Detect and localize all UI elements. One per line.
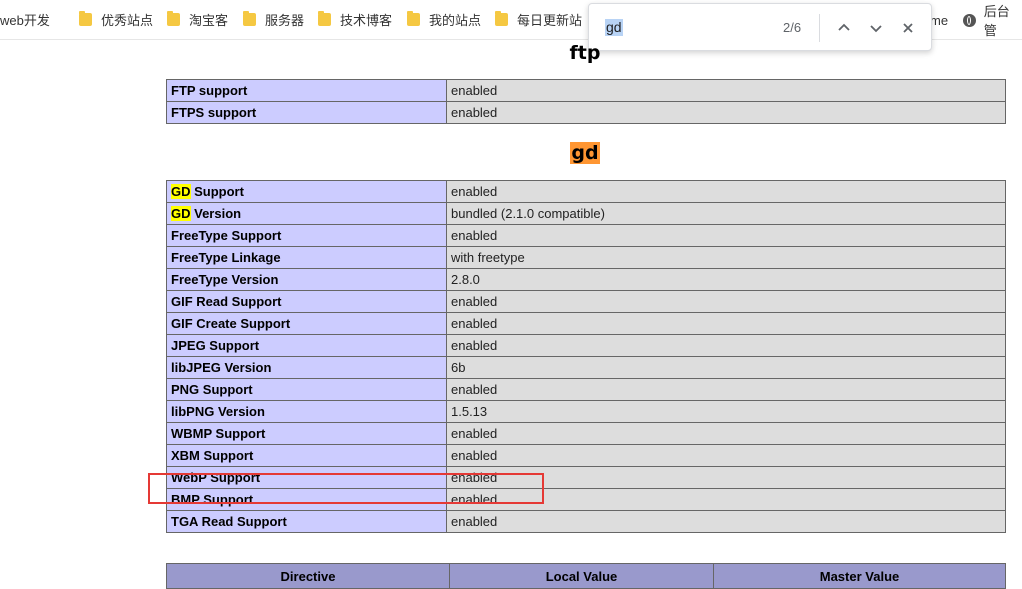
find-match: GD xyxy=(171,184,191,199)
row-key: GD Support xyxy=(166,180,447,203)
bookmark-label: 技术博客 xyxy=(340,13,393,28)
folder-icon xyxy=(167,11,180,26)
row-value: enabled xyxy=(446,79,1006,102)
folder-icon xyxy=(407,11,420,26)
chevron-up-icon xyxy=(838,23,850,31)
find-close-button[interactable] xyxy=(896,16,920,40)
bookmark-tech-blogs[interactable]: 技术博客 xyxy=(318,0,392,40)
directive-table: Directive Local Value Master Value xyxy=(166,563,1006,589)
row-key: FTPS support xyxy=(166,101,447,124)
table-row: PNG Support enabled xyxy=(166,378,1006,401)
row-value: enabled xyxy=(446,378,1006,401)
row-key: JPEG Support xyxy=(166,334,447,357)
column-header-directive: Directive xyxy=(166,563,450,589)
table-row: JPEG Support enabled xyxy=(166,334,1006,357)
row-key-rest: Support xyxy=(190,184,244,199)
bookmark-label: 每日更新站 xyxy=(517,13,583,28)
find-next-button[interactable] xyxy=(864,16,888,40)
row-value: enabled xyxy=(446,422,1006,445)
table-row: FreeType Linkage with freetype xyxy=(166,246,1006,269)
ftp-table: FTP support enabled FTPS support enabled xyxy=(166,79,1006,124)
row-key: FreeType Linkage xyxy=(166,246,447,269)
bookmark-label: 我的站点 xyxy=(429,13,482,28)
bookmark-label: web开发 xyxy=(0,13,50,28)
globe-icon xyxy=(963,13,976,27)
table-row: FTPS support enabled xyxy=(166,101,1006,124)
table-row: libPNG Version 1.5.13 xyxy=(166,400,1006,423)
bookmark-label: 优秀站点 xyxy=(101,13,154,28)
row-value: enabled xyxy=(446,312,1006,335)
table-row: FreeType Support enabled xyxy=(166,224,1006,247)
chevron-down-icon xyxy=(870,25,882,33)
table-row: WBMP Support enabled xyxy=(166,422,1006,445)
find-input[interactable]: gd xyxy=(605,19,623,36)
find-match-count: 2/6 xyxy=(783,20,802,35)
column-header-local-value: Local Value xyxy=(449,563,714,589)
section-title-gd: gd xyxy=(0,142,1022,164)
row-key: WBMP Support xyxy=(166,422,447,445)
bookmark-my-sites[interactable]: 我的站点 xyxy=(407,0,481,40)
section-title-ftp: ftp xyxy=(569,42,601,64)
row-key: libPNG Version xyxy=(166,400,447,423)
bookmark-taobaoke[interactable]: 淘宝客 xyxy=(167,0,228,40)
row-value: 1.5.13 xyxy=(446,400,1006,423)
bookmark-admin[interactable]: 后台管 xyxy=(963,0,1022,40)
row-key: PNG Support xyxy=(166,378,447,401)
table-row: GIF Read Support enabled xyxy=(166,290,1006,313)
find-divider xyxy=(819,14,820,42)
table-header-row: Directive Local Value Master Value xyxy=(166,563,1006,589)
row-key: libJPEG Version xyxy=(166,356,447,379)
find-active-match: gd xyxy=(570,142,600,164)
table-row: libJPEG Version 6b xyxy=(166,356,1006,379)
row-key: GIF Read Support xyxy=(166,290,447,313)
table-row: TGA Read Support enabled xyxy=(166,510,1006,533)
row-value: enabled xyxy=(446,224,1006,247)
bookmark-partial[interactable]: me xyxy=(930,0,948,40)
row-key-rest: Version xyxy=(190,206,242,221)
row-key: GIF Create Support xyxy=(166,312,447,335)
row-key: FTP support xyxy=(166,79,447,102)
row-value: enabled xyxy=(446,101,1006,124)
bookmark-servers[interactable]: 服务器 xyxy=(243,0,304,40)
close-icon xyxy=(903,23,913,33)
row-key: GD Version xyxy=(166,202,447,225)
column-header-master-value: Master Value xyxy=(713,563,1006,589)
annotation-highlight-box xyxy=(148,473,544,504)
table-row: XBM Support enabled xyxy=(166,444,1006,467)
row-value: enabled xyxy=(446,290,1006,313)
row-value: enabled xyxy=(446,334,1006,357)
folder-icon xyxy=(318,11,331,26)
row-value: 2.8.0 xyxy=(446,268,1006,291)
row-value: bundled (2.1.0 compatible) xyxy=(446,202,1006,225)
table-row: FreeType Version 2.8.0 xyxy=(166,268,1006,291)
row-value: enabled xyxy=(446,510,1006,533)
row-value: with freetype xyxy=(446,246,1006,269)
bookmark-excellent-sites[interactable]: 优秀站点 xyxy=(79,0,153,40)
table-row: GD Support enabled xyxy=(166,180,1006,203)
row-key: FreeType Version xyxy=(166,268,447,291)
row-key: FreeType Support xyxy=(166,224,447,247)
row-value: enabled xyxy=(446,444,1006,467)
folder-icon xyxy=(495,11,508,26)
bookmark-label: 服务器 xyxy=(265,13,305,28)
table-row: FTP support enabled xyxy=(166,79,1006,102)
bookmark-label: 淘宝客 xyxy=(189,13,229,28)
row-value: 6b xyxy=(446,356,1006,379)
table-row: GD Version bundled (2.1.0 compatible) xyxy=(166,202,1006,225)
row-value: enabled xyxy=(446,180,1006,203)
bookmark-web-dev[interactable]: web开发 xyxy=(0,0,50,40)
bookmark-label: me xyxy=(930,12,949,28)
bookmark-label: 后台管 xyxy=(983,4,1010,38)
row-key: TGA Read Support xyxy=(166,510,447,533)
table-row: GIF Create Support enabled xyxy=(166,312,1006,335)
folder-icon xyxy=(243,11,256,26)
folder-icon xyxy=(79,11,92,26)
find-previous-button[interactable] xyxy=(832,16,856,40)
row-key: XBM Support xyxy=(166,444,447,467)
bookmark-daily-updates[interactable]: 每日更新站 xyxy=(495,0,582,40)
find-match: GD xyxy=(171,206,191,221)
